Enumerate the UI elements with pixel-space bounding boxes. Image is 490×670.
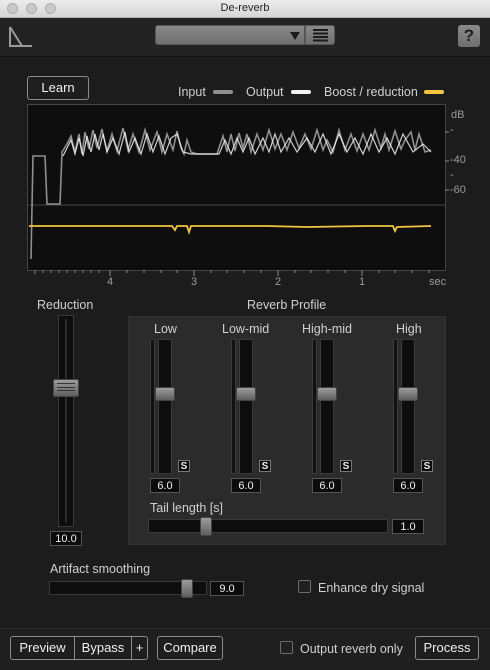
band-low-slider-thumb[interactable] (155, 387, 175, 401)
band-high-mid-solo-button[interactable]: S (340, 460, 352, 472)
bypass-add-button[interactable]: + (131, 636, 148, 660)
band-low-mid-slider-thumb[interactable] (236, 387, 256, 401)
band-high-mid-meter (312, 339, 317, 474)
tail-length-slider[interactable] (148, 519, 388, 533)
band-high-label: High (396, 322, 422, 336)
legend-output-label: Output (246, 85, 284, 99)
tail-length-value[interactable]: 1.0 (392, 519, 424, 534)
preview-button[interactable]: Preview (10, 636, 75, 660)
time-unit-label: sec (429, 276, 447, 288)
waveform-graph (27, 104, 449, 276)
band-high-mid-slider-thumb[interactable] (317, 387, 337, 401)
band-high-mid-value[interactable]: 6.0 (312, 478, 342, 493)
artifact-smoothing-label: Artifact smoothing (50, 562, 151, 576)
band-low-value[interactable]: 6.0 (150, 478, 180, 493)
window-title: De-reverb (220, 2, 270, 14)
enhance-dry-signal-checkbox[interactable] (298, 580, 311, 593)
band-low-mid-solo-button[interactable]: S (259, 460, 271, 472)
compare-button[interactable]: Compare (157, 636, 223, 660)
band-high-value[interactable]: 6.0 (393, 478, 423, 493)
db-tick-label: - (450, 124, 454, 136)
artifact-smoothing-slider-thumb[interactable] (181, 579, 193, 598)
legend-input-swatch (213, 90, 233, 94)
band-high-solo-button[interactable]: S (421, 460, 433, 472)
legend-input-label: Input (178, 85, 206, 99)
band-low-mid-meter (231, 339, 236, 474)
output-reverb-only-label: Output reverb only (300, 642, 403, 656)
izotope-logo-icon (9, 26, 32, 47)
band-high-meter (393, 339, 398, 474)
db-tick-label: -60 (450, 184, 466, 196)
legend-output-swatch (291, 90, 311, 94)
reduction-slider[interactable] (58, 315, 74, 527)
band-high-mid-slider[interactable] (320, 339, 334, 474)
band-low-slider[interactable] (158, 339, 172, 474)
db-tick-label: -40 (450, 154, 466, 166)
band-high-slider[interactable] (401, 339, 415, 474)
output-reverb-only-checkbox[interactable] (280, 641, 293, 654)
db-unit-label: dB (451, 109, 465, 121)
tail-length-slider-thumb[interactable] (200, 517, 212, 536)
enhance-dry-signal-label: Enhance dry signal (318, 581, 425, 595)
chevron-down-icon (290, 32, 300, 40)
reverb-profile-title: Reverb Profile (247, 298, 327, 312)
time-tick-label: 4 (107, 276, 114, 288)
band-low-meter (150, 339, 155, 474)
band-low-mid-label: Low-mid (222, 322, 270, 336)
reduction-value[interactable]: 10.0 (50, 531, 82, 546)
db-tick-label: - (450, 169, 454, 181)
preset-menu-button[interactable] (305, 25, 335, 45)
band-high-mid-label: High-mid (302, 322, 353, 336)
learn-button[interactable]: Learn (27, 76, 89, 100)
band-high-slider-thumb[interactable] (398, 387, 418, 401)
band-low-label: Low (154, 322, 177, 336)
bypass-button[interactable]: Bypass (74, 636, 132, 660)
preset-dropdown[interactable] (155, 25, 305, 45)
legend-boost-label: Boost / reduction (324, 85, 418, 99)
time-tick-label: 2 (275, 276, 282, 288)
artifact-smoothing-value[interactable]: 9.0 (210, 581, 244, 596)
process-button[interactable]: Process (415, 636, 479, 660)
band-low-solo-button[interactable]: S (178, 460, 190, 472)
time-tick-label: 3 (191, 276, 198, 288)
list-menu-icon (313, 29, 328, 42)
reduction-label: Reduction (37, 298, 94, 312)
reduction-slider-thumb[interactable] (53, 379, 79, 397)
band-low-mid-slider[interactable] (239, 339, 253, 474)
help-button[interactable]: ? (458, 25, 480, 47)
time-tick-label: 1 (359, 276, 366, 288)
tail-length-label: Tail length [s] (150, 501, 223, 515)
band-low-mid-value[interactable]: 6.0 (231, 478, 261, 493)
legend-boost-swatch (424, 90, 444, 94)
